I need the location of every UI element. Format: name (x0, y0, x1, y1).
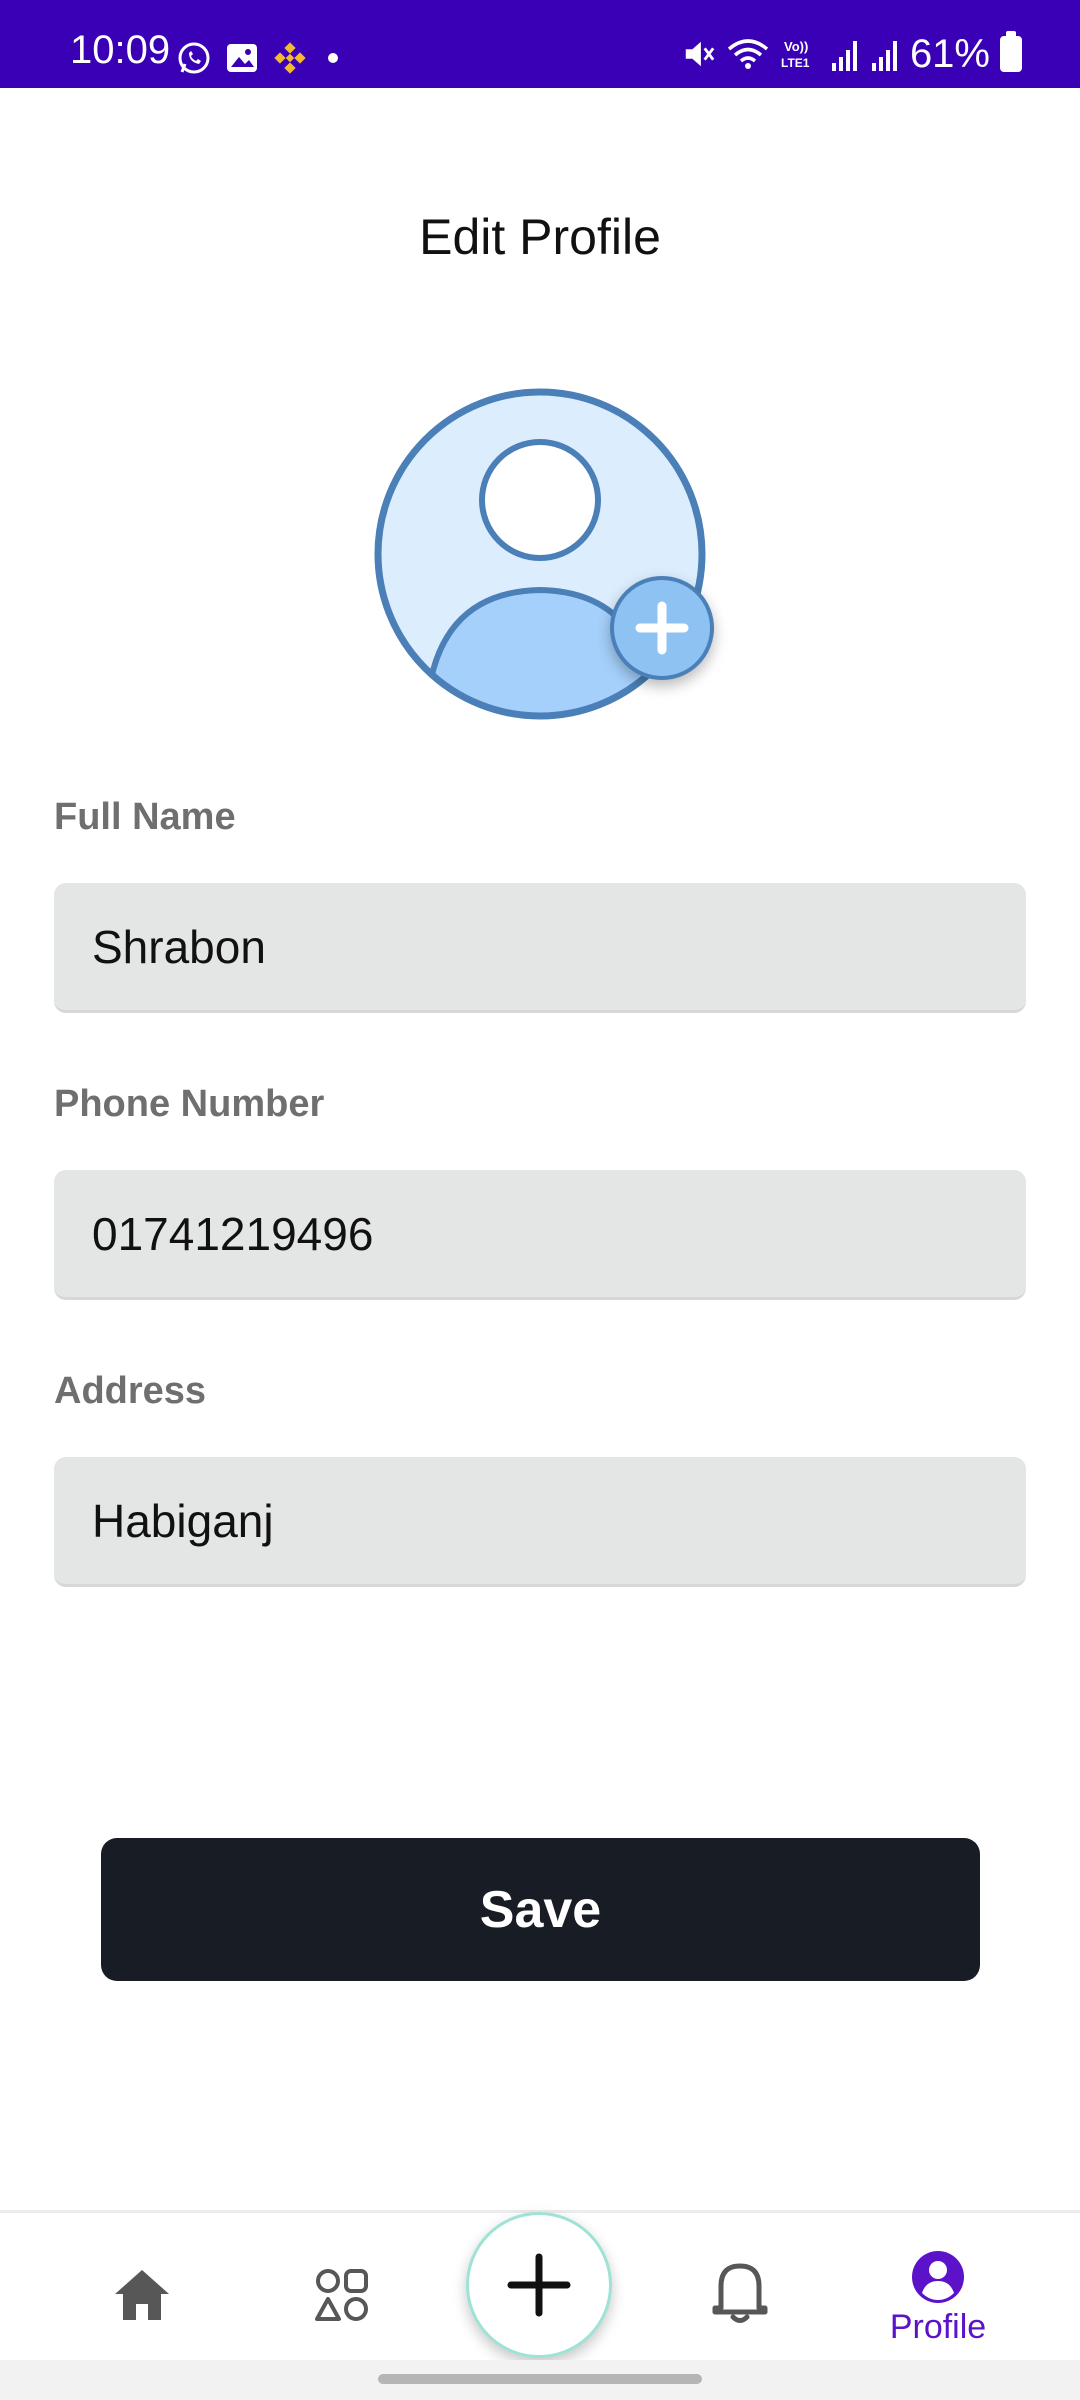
more-notifications-dot (328, 53, 338, 63)
nav-categories[interactable] (300, 2253, 384, 2337)
home-indicator[interactable] (378, 2374, 702, 2384)
volte-icon: Vo)) LTE1 (781, 39, 810, 70)
signal-icon (831, 41, 857, 71)
notification-icons (176, 40, 338, 76)
battery-icon (1000, 31, 1022, 72)
phone-number-label: Phone Number (54, 1083, 325, 1125)
gallery-icon (227, 44, 257, 72)
svg-text:Vo)): Vo)) (784, 39, 808, 54)
add-photo-button[interactable] (610, 576, 714, 680)
address-label: Address (54, 1370, 207, 1412)
battery-percentage: 61% (909, 32, 990, 76)
bell-icon (712, 2263, 768, 2323)
save-button[interactable]: Save (101, 1838, 980, 1981)
plus-icon (507, 2253, 571, 2317)
profile-icon (912, 2250, 964, 2303)
whatsapp-icon (178, 42, 210, 74)
wifi-icon (727, 39, 769, 69)
status-bar: 10:09 Vo)) LTE1 61% (0, 0, 1080, 88)
edit-profile-screen: 10:09 Vo)) LTE1 61% Edit Profile Full Na… (0, 0, 1080, 2400)
plus-icon (635, 601, 689, 655)
profile-avatar[interactable] (372, 386, 714, 722)
mute-icon (685, 41, 715, 67)
add-button[interactable] (466, 2212, 612, 2358)
full-name-label: Full Name (54, 796, 236, 838)
page-title: Edit Profile (419, 209, 661, 265)
system-status-icons: Vo)) LTE1 61% (682, 31, 1022, 76)
full-name-input[interactable] (54, 883, 1026, 1013)
nav-notifications[interactable] (698, 2247, 782, 2337)
svg-text:LTE1: LTE1 (781, 56, 810, 70)
nav-profile-label: Profile (889, 2307, 987, 2346)
signal-icon (871, 41, 897, 71)
address-input[interactable] (54, 1457, 1026, 1587)
binance-icon (274, 42, 306, 74)
categories-icon (315, 2269, 368, 2321)
nav-profile[interactable]: Profile (868, 2243, 1008, 2353)
status-time: 10:09 (70, 28, 171, 72)
home-icon (115, 2270, 169, 2320)
phone-number-input[interactable] (54, 1170, 1026, 1300)
gesture-area (0, 2360, 1080, 2400)
nav-home[interactable] (100, 2253, 184, 2337)
